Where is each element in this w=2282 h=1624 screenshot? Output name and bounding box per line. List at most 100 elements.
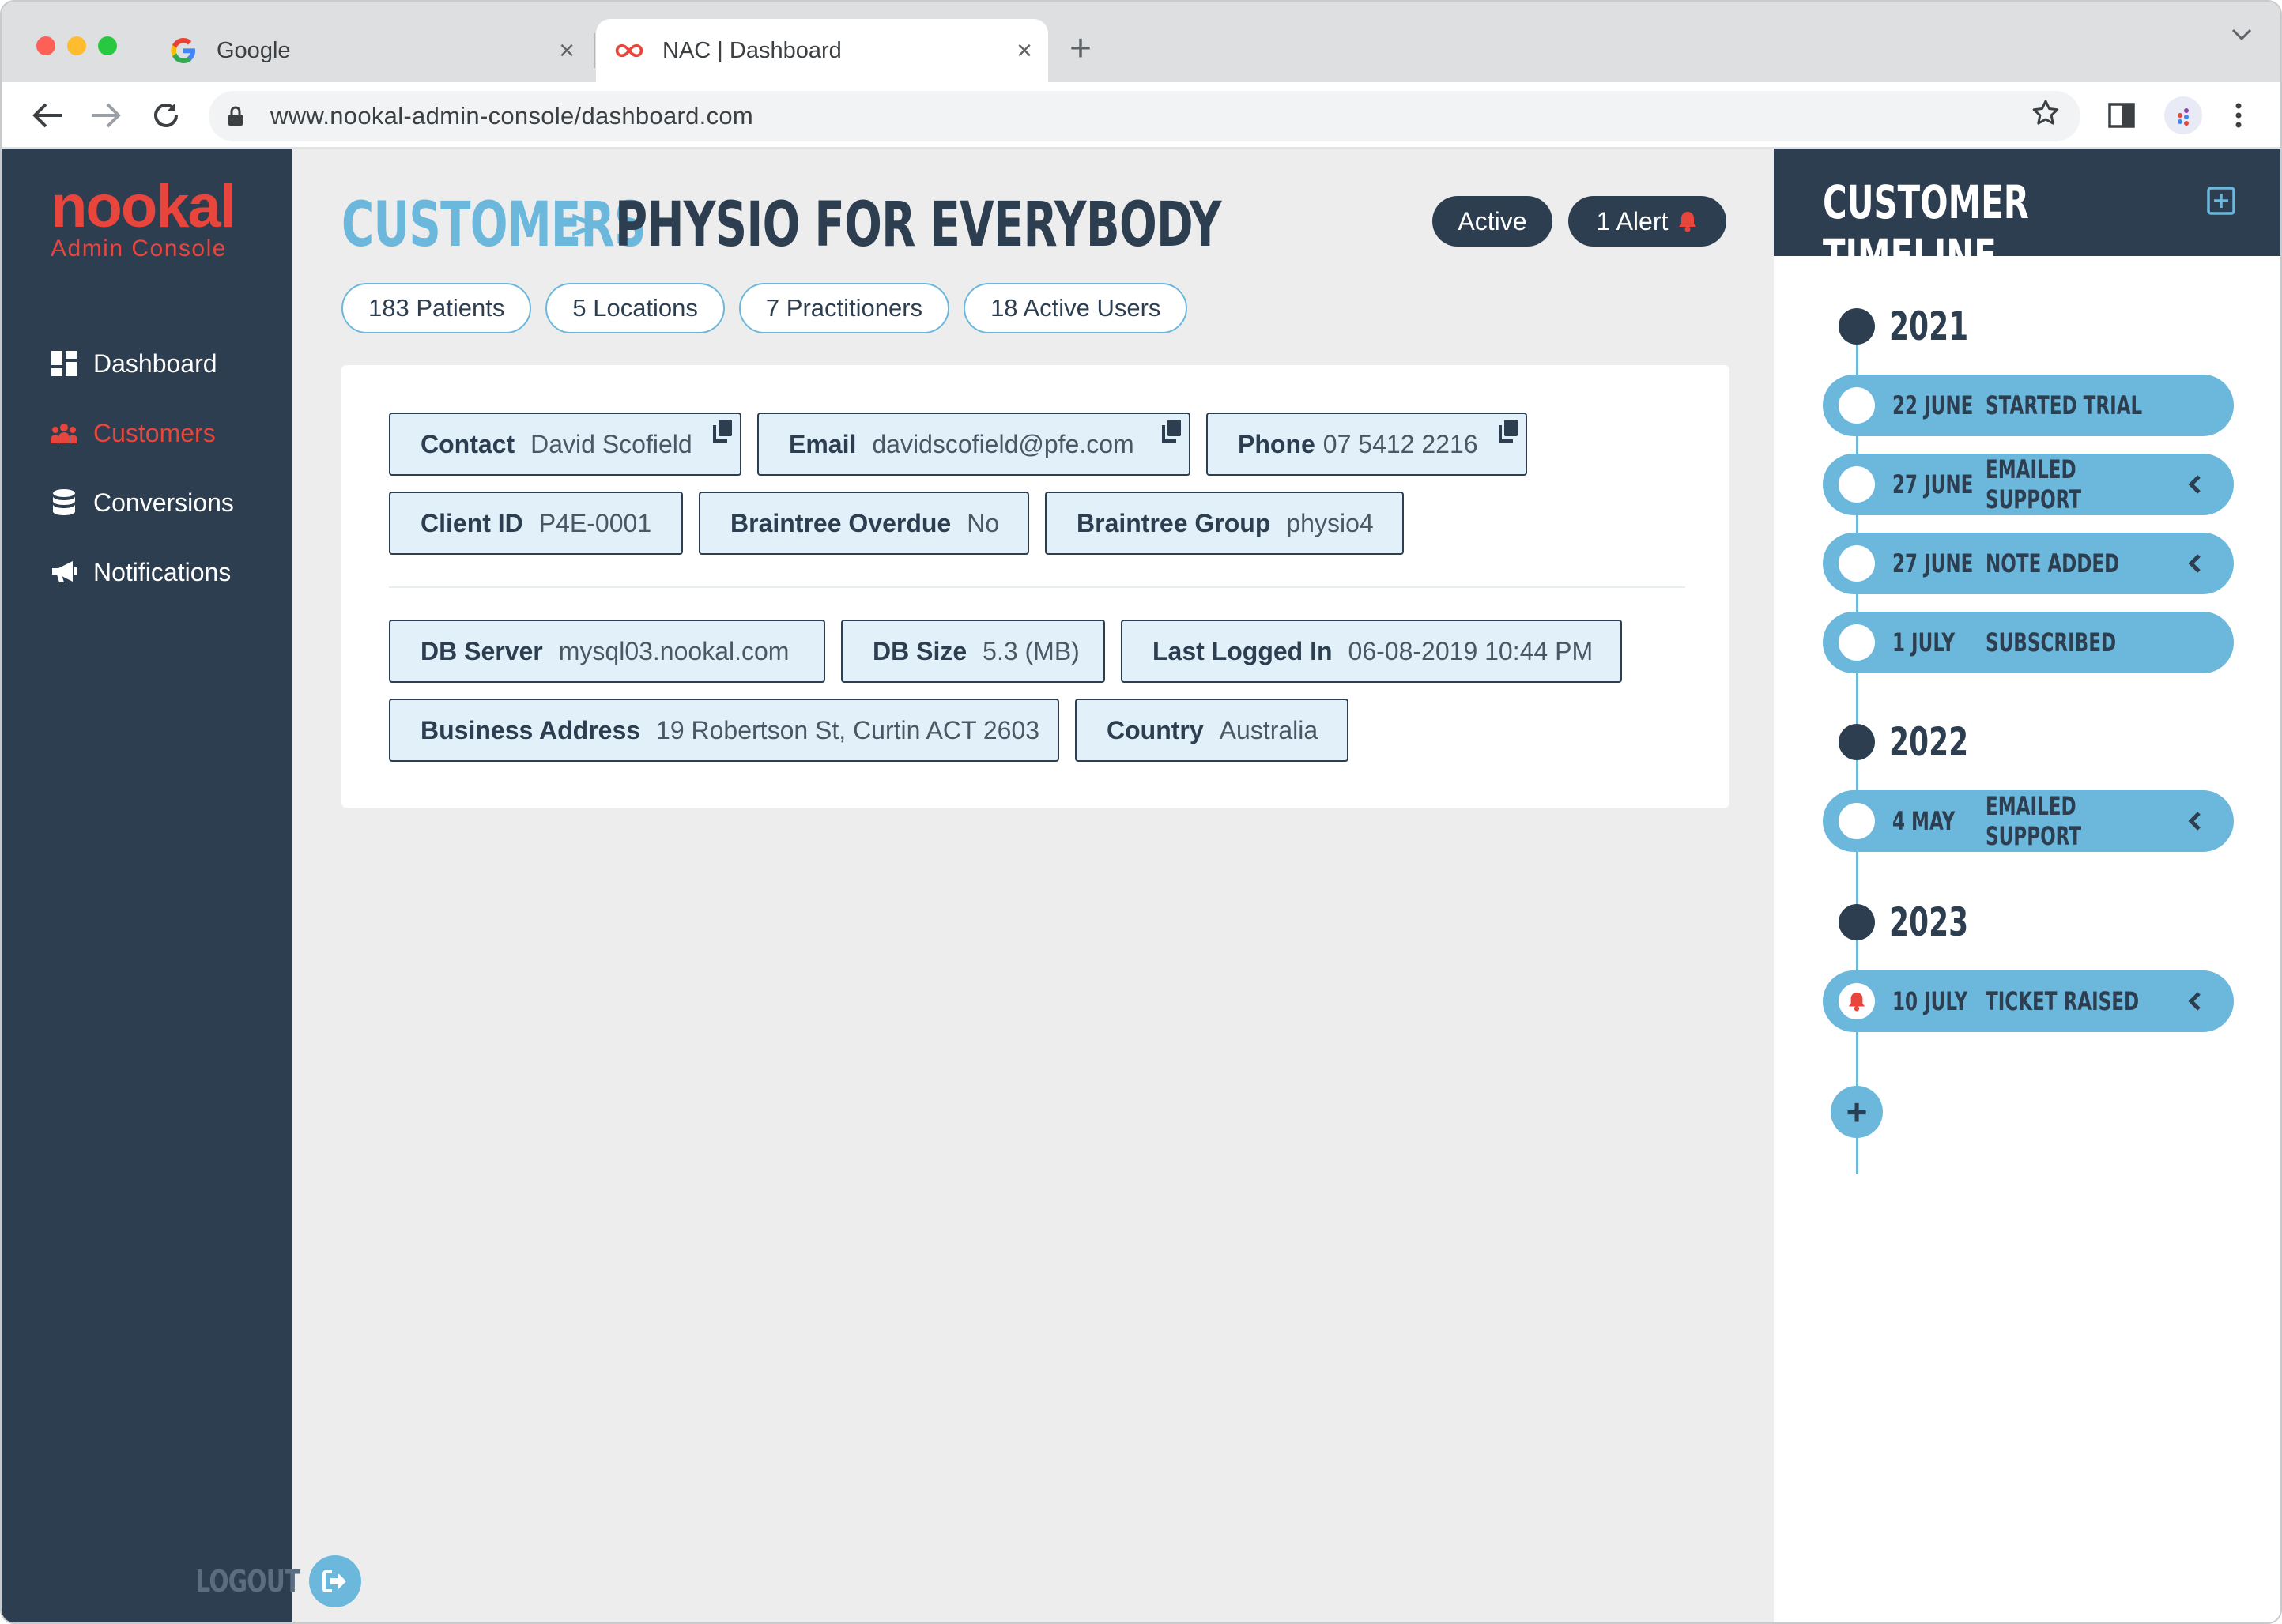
tab-close-icon[interactable]: × — [1009, 36, 1040, 66]
grid-dashboard-icon — [51, 350, 77, 377]
breadcrumb-customers-link[interactable]: CUSTOMERS — [341, 190, 647, 261]
tab-nac-dashboard[interactable]: NAC | Dashboard × — [596, 19, 1048, 82]
db-server-field: DB Server mysql03.nookal.com — [389, 620, 825, 683]
field-label: Client ID — [421, 508, 523, 537]
event-marker — [1839, 466, 1875, 503]
side-panel-icon[interactable] — [2106, 100, 2137, 131]
event-text: TICKET RAISED — [1986, 986, 2140, 1016]
sidebar-item-dashboard[interactable]: Dashboard — [51, 329, 234, 398]
google-g-icon — [168, 35, 199, 66]
sidebar-item-label: Conversions — [93, 488, 234, 517]
copy-icon[interactable] — [1160, 419, 1182, 444]
event-date: 10 JULY — [1892, 986, 1968, 1016]
chevron-left-icon[interactable] — [2186, 811, 2204, 831]
timeline-event[interactable]: 1 JULY SUBSCRIBED — [1823, 612, 2234, 673]
event-text: EMAILED SUPPORT — [1986, 454, 2082, 514]
back-arrow-icon[interactable] — [25, 93, 70, 138]
event-text: EMAILED SUPPORT — [1986, 791, 2082, 851]
stat-practitioners[interactable]: 7 Practitioners — [738, 283, 950, 333]
country-field: Country Australia — [1075, 699, 1348, 762]
card-divider — [389, 586, 1685, 588]
sidebar-item-customers[interactable]: Customers — [51, 398, 234, 468]
timeline-title: CUSTOMER TIMELINE — [1823, 175, 2029, 283]
sidebar-menu: Dashboard Customers Conversions Notifica… — [51, 329, 234, 607]
timeline-event[interactable]: 27 JUNE EMAILED SUPPORT — [1823, 454, 2234, 515]
braintree-group-field: Braintree Group physio4 — [1045, 492, 1404, 555]
lock-icon — [228, 105, 250, 127]
event-date: 27 JUNE — [1892, 548, 1974, 578]
event-text: SUBSCRIBED — [1986, 627, 2117, 658]
forward-arrow-icon[interactable] — [84, 93, 128, 138]
tab-search-chevron-icon[interactable] — [2231, 21, 2252, 47]
phone-field: Phone 07 5412 2216 — [1206, 413, 1527, 476]
field-label: Last Logged In — [1152, 636, 1333, 665]
sidebar: nookal Admin Console Dashboard Customers — [2, 149, 362, 1622]
event-marker — [1839, 624, 1875, 661]
event-marker — [1839, 387, 1875, 424]
field-value: P4E-0001 — [538, 508, 652, 537]
timeline-header: CUSTOMER TIMELINE — [1774, 149, 2280, 283]
field-value: physio4 — [1286, 508, 1374, 537]
field-value: 5.3 (MB) — [983, 636, 1080, 665]
add-timeline-event-button[interactable]: + — [1831, 1086, 1883, 1138]
copy-icon[interactable] — [711, 419, 734, 444]
page-title: PHYSIO FOR EVERYBODY — [614, 190, 1221, 261]
browser-toolbar: www.nookal-admin-console/dashboard.com — [2, 82, 2280, 149]
database-icon — [51, 489, 77, 516]
year-marker — [1839, 904, 1875, 940]
browser-menu-icon[interactable] — [2223, 100, 2254, 131]
extension-icon[interactable] — [2164, 96, 2202, 134]
field-value: David Scofield — [530, 429, 692, 458]
tab-google[interactable]: Google × — [152, 19, 590, 82]
field-value: mysql03.nookal.com — [558, 636, 790, 665]
bookmark-star-icon[interactable] — [2027, 99, 2065, 134]
nookal-logo[interactable]: nookal Admin Console — [51, 175, 256, 262]
chevron-left-icon[interactable] — [2186, 474, 2204, 495]
alert-badge[interactable]: 1 Alert — [1568, 196, 1726, 247]
tab-close-icon[interactable]: × — [551, 36, 583, 66]
event-marker — [1839, 545, 1875, 582]
timeline-event[interactable]: 10 JULY TICKET RAISED — [1823, 970, 2234, 1032]
sidebar-item-notifications[interactable]: Notifications — [51, 537, 234, 607]
address-bar[interactable]: www.nookal-admin-console/dashboard.com — [209, 91, 2080, 141]
close-window-button[interactable] — [36, 36, 55, 55]
braintree-overdue-field: Braintree Overdue No — [699, 492, 1029, 555]
customer-timeline-panel: CUSTOMER TIMELINE 2021 22 JUNE STARTED T… — [1774, 149, 2280, 1622]
email-field: Email davidscofield@pfe.com — [757, 413, 1190, 476]
chevron-left-icon[interactable] — [2186, 553, 2204, 574]
client-id-field: Client ID P4E-0001 — [389, 492, 683, 555]
alert-label: 1 Alert — [1596, 206, 1669, 235]
minimize-window-button[interactable] — [67, 36, 86, 55]
stat-locations[interactable]: 5 Locations — [545, 283, 725, 333]
db-size-field: DB Size 5.3 (MB) — [841, 620, 1105, 683]
timeline-event[interactable]: 4 MAY EMAILED SUPPORT — [1823, 790, 2234, 852]
stat-active-users[interactable]: 18 Active Users — [964, 283, 1188, 333]
timeline-event[interactable]: 22 JUNE STARTED TRIAL — [1823, 375, 2234, 436]
tab-strip: Google × NAC | Dashboard × + — [2, 2, 2280, 82]
field-value: Australia — [1219, 715, 1318, 744]
event-marker — [1839, 983, 1875, 1019]
breadcrumb: CUSTOMERS > PHYSIO FOR EVERYBODY — [341, 190, 1456, 261]
year-label: 2022 — [1889, 719, 1969, 765]
field-label: Contact — [421, 429, 515, 458]
timeline-event[interactable]: 27 JUNE NOTE ADDED — [1823, 533, 2234, 594]
reload-icon[interactable] — [144, 93, 188, 138]
chevron-left-icon[interactable] — [2186, 991, 2204, 1012]
stat-patients[interactable]: 183 Patients — [341, 283, 532, 333]
add-square-icon[interactable] — [2207, 187, 2235, 215]
field-value: 07 5412 2216 — [1322, 429, 1478, 458]
maximize-window-button[interactable] — [98, 36, 117, 55]
year-marker — [1839, 308, 1875, 345]
timeline-year: 2023 — [1839, 899, 1999, 945]
year-label: 2021 — [1889, 303, 1969, 349]
last-logged-in-field: Last Logged In 06-08-2019 10:44 PM — [1121, 620, 1622, 683]
sidebar-item-label: Customers — [93, 418, 216, 447]
customer-details-card: Contact David Scofield Email davidscofie… — [341, 365, 1729, 808]
copy-icon[interactable] — [1497, 419, 1519, 444]
megaphone-icon — [51, 559, 77, 586]
users-group-icon — [51, 420, 77, 447]
event-date: 27 JUNE — [1892, 469, 1974, 499]
new-tab-button[interactable]: + — [1061, 25, 1100, 73]
field-value: No — [967, 508, 1000, 537]
sidebar-item-conversions[interactable]: Conversions — [51, 468, 234, 537]
